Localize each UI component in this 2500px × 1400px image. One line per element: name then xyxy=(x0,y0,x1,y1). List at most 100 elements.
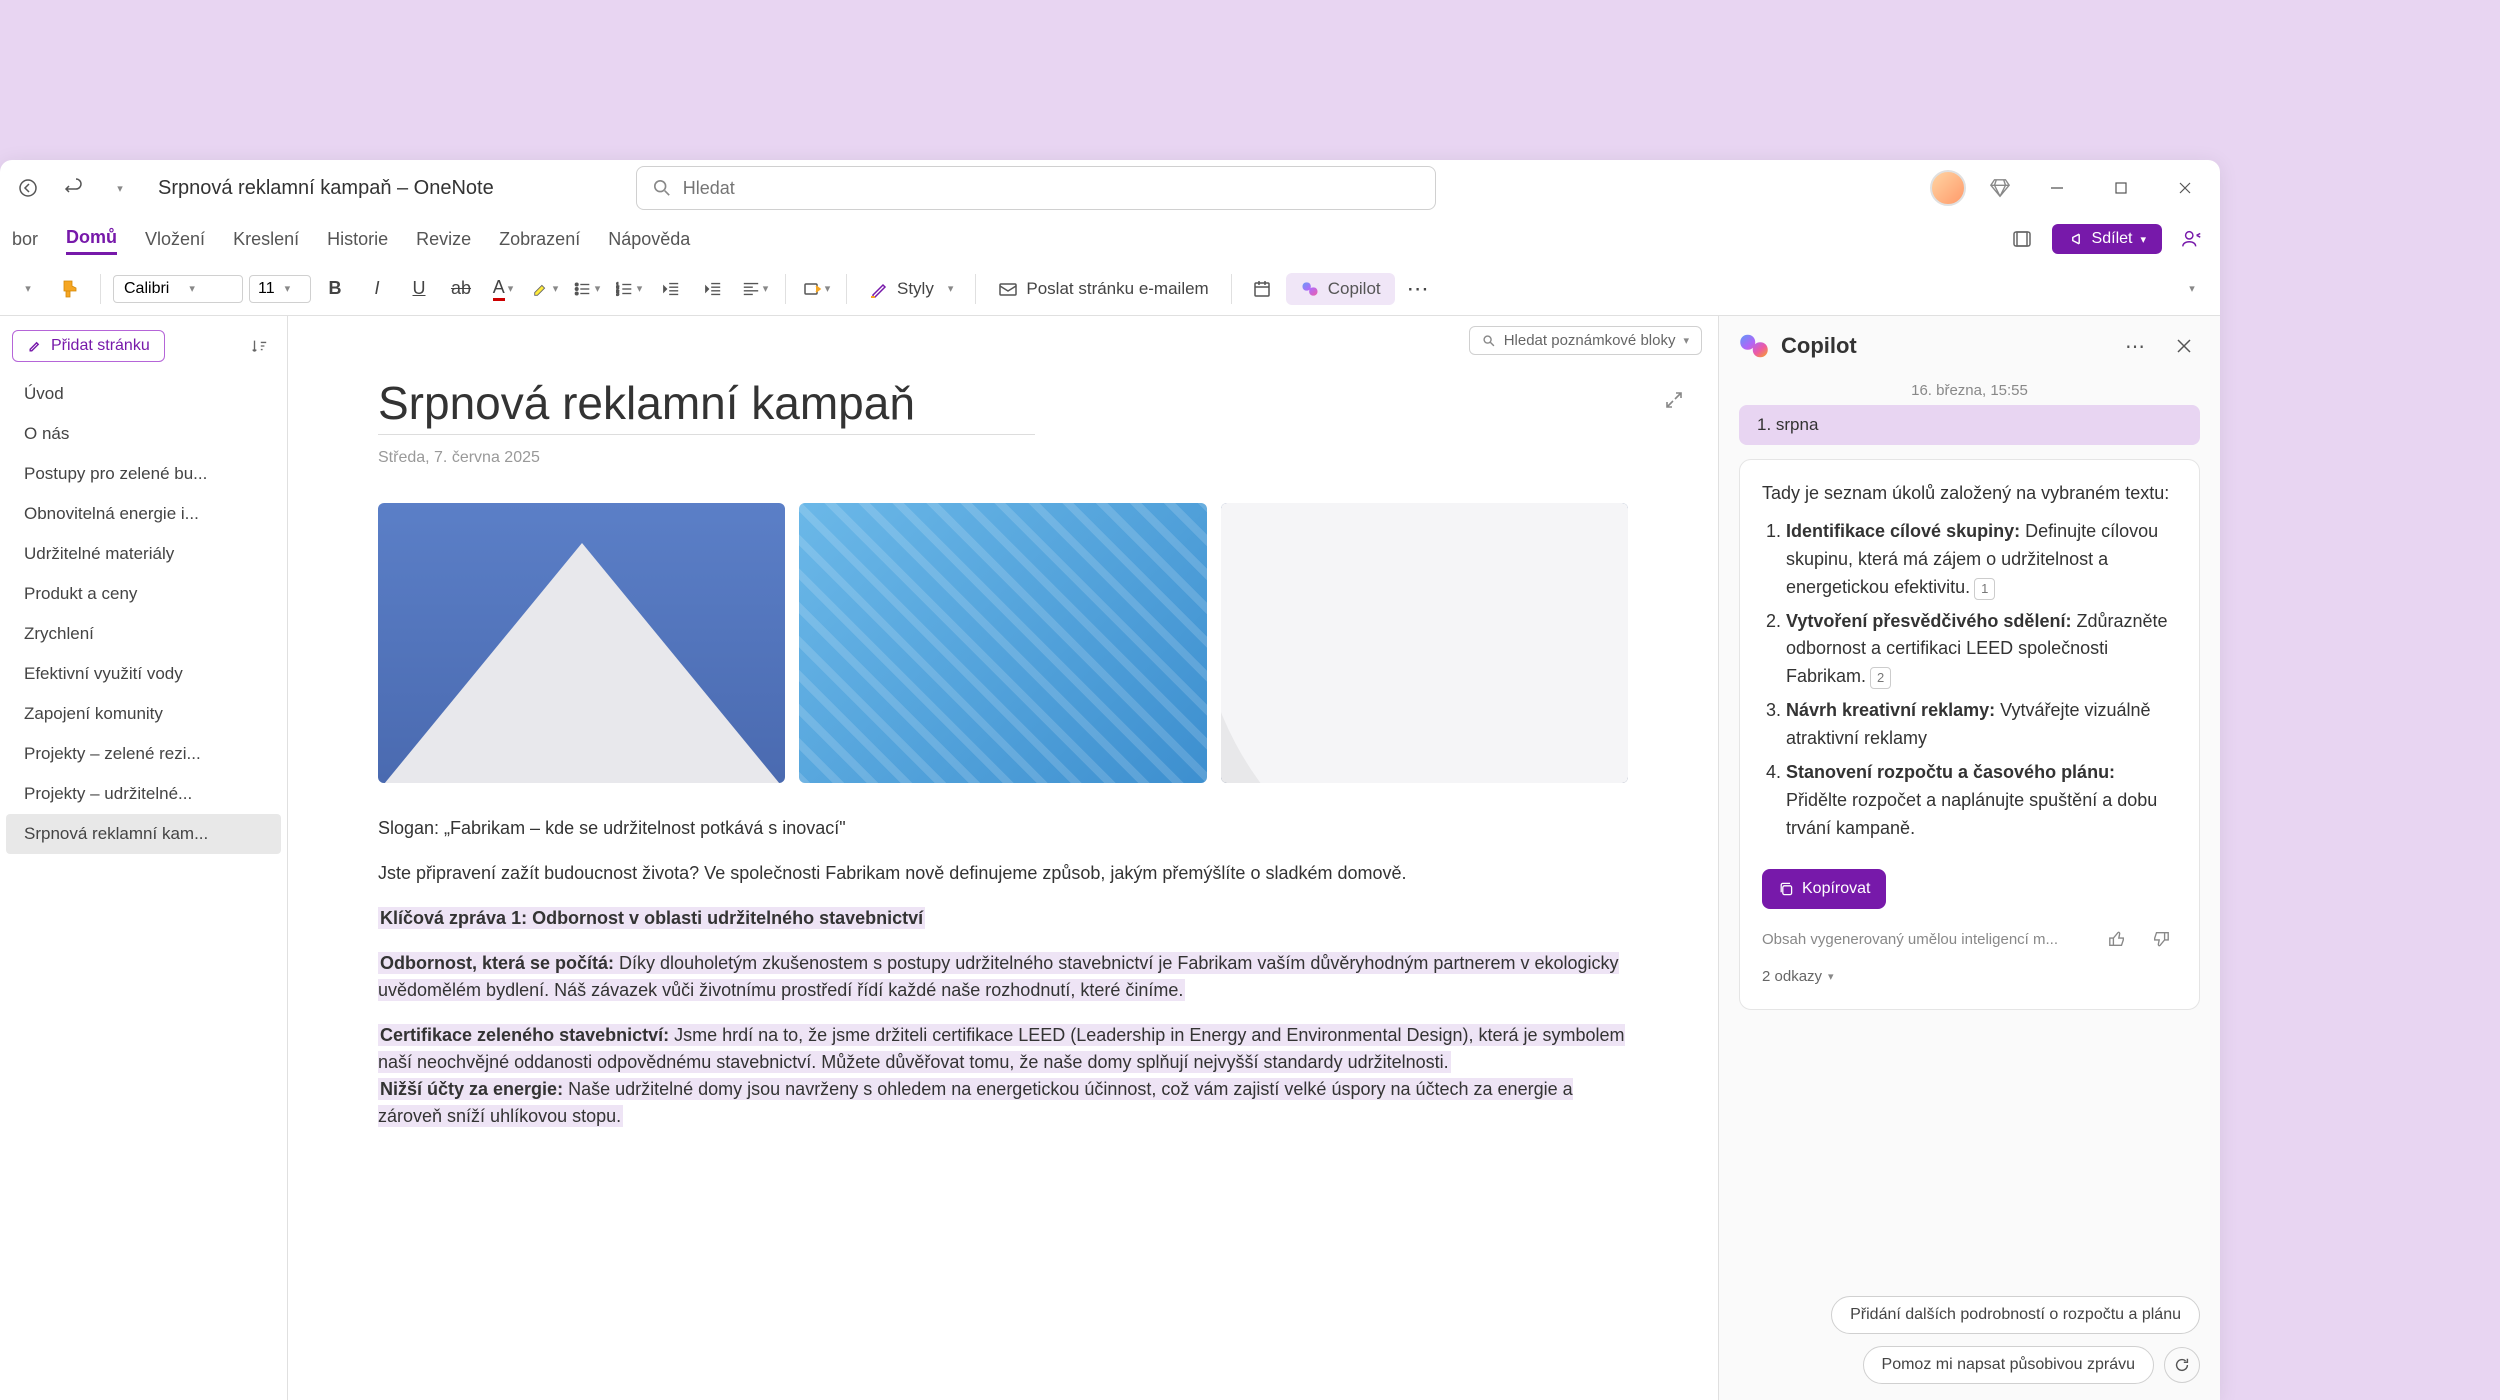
page-item[interactable]: Postupy pro zelené bu... xyxy=(6,454,281,494)
undo-button[interactable] xyxy=(58,172,90,204)
suggestion-chip[interactable]: Přidání dalších podrobností o rozpočtu a… xyxy=(1831,1296,2200,1334)
menu-item-vložení[interactable]: Vložení xyxy=(145,225,205,254)
copy-icon xyxy=(1778,881,1794,897)
reference-badge[interactable]: 2 xyxy=(1870,667,1891,689)
copilot-more-button[interactable]: ⋯ xyxy=(2120,330,2152,362)
paragraph[interactable]: Nižší účty za energie: Naše udržitelné d… xyxy=(378,1076,1628,1130)
menu-item-revize[interactable]: Revize xyxy=(416,225,471,254)
svg-text:3: 3 xyxy=(616,291,619,297)
page-item[interactable]: O nás xyxy=(6,414,281,454)
customize-dropdown[interactable]: ▾ xyxy=(104,172,136,204)
share-icon xyxy=(2068,231,2084,247)
bullets-button[interactable]: ▾ xyxy=(569,271,605,307)
format-painter[interactable] xyxy=(52,271,88,307)
page-item[interactable]: Udržitelné materiály xyxy=(6,534,281,574)
menu-item-nápověda[interactable]: Nápověda xyxy=(608,225,690,254)
menubar: bor Domů Vložení Kreslení Historie Revize Zobr… xyxy=(0,216,2220,262)
underline-button[interactable]: U xyxy=(401,271,437,307)
copilot-response: Tady je seznam úkolů založený na vybrané… xyxy=(1739,459,2200,1010)
menu-item-bor[interactable]: bor xyxy=(12,225,38,254)
increase-indent[interactable] xyxy=(695,271,731,307)
task-item: Návrh kreativní reklamy: Vytvářejte vizu… xyxy=(1786,697,2177,753)
paragraph[interactable]: Slogan: „Fabrikam – kde se udržitelnost … xyxy=(378,815,1628,842)
editor-canvas[interactable]: Srpnová reklamní kampaň Středa, 7. červn… xyxy=(288,316,1718,1400)
bold-button[interactable]: B xyxy=(317,271,353,307)
decrease-indent[interactable] xyxy=(653,271,689,307)
page-item[interactable]: Efektivní využití vody xyxy=(6,654,281,694)
more-commands[interactable]: ⋯ xyxy=(1401,271,1437,307)
edit-icon xyxy=(27,338,43,354)
task-item: Stanovení rozpočtu a časového plánu: Při… xyxy=(1786,759,2177,843)
copilot-panel: Copilot ⋯ 16. března, 15:55 1. srpna Tad… xyxy=(1718,316,2220,1400)
close-button[interactable] xyxy=(2162,170,2208,206)
thumbs-down-button[interactable] xyxy=(2145,923,2177,955)
paragraph[interactable]: Klíčová zpráva 1: Odbornost v oblasti ud… xyxy=(378,905,1628,932)
content-image[interactable] xyxy=(378,503,785,783)
expand-button[interactable] xyxy=(1658,384,1690,416)
font-color-button[interactable]: A▾ xyxy=(485,271,521,307)
menu-item-historie[interactable]: Historie xyxy=(327,225,388,254)
refresh-suggestions-button[interactable] xyxy=(2164,1347,2200,1383)
user-avatar[interactable] xyxy=(1930,170,1966,206)
highlight-button[interactable]: ▾ xyxy=(527,271,563,307)
copilot-close-button[interactable] xyxy=(2168,330,2200,362)
copilot-icon xyxy=(1300,279,1320,299)
panel-icon[interactable] xyxy=(2006,223,2038,255)
page-item[interactable]: Úvod xyxy=(6,374,281,414)
references-toggle[interactable]: 2 odkazy▾ xyxy=(1762,965,2177,988)
thumbs-up-button[interactable] xyxy=(2101,923,2133,955)
reference-badge[interactable]: 1 xyxy=(1974,578,1995,600)
maximize-button[interactable] xyxy=(2098,170,2144,206)
share-button[interactable]: Sdílet ▾ xyxy=(2052,224,2162,254)
page-title[interactable]: Srpnová reklamní kampaň xyxy=(378,376,1035,435)
titlebar: ▾ Srpnová reklamní kampaň – OneNote xyxy=(0,160,2220,216)
diamond-icon[interactable] xyxy=(1984,172,2016,204)
suggestion-chip[interactable]: Pomoz mi napsat působivou zprávu xyxy=(1863,1346,2154,1384)
numbering-button[interactable]: 123▾ xyxy=(611,271,647,307)
italic-button[interactable]: I xyxy=(359,271,395,307)
page-date: Středa, 7. června 2025 xyxy=(378,449,1628,467)
page-item[interactable]: Zapojení komunity xyxy=(6,694,281,734)
font-family-select[interactable]: Calibri▾ xyxy=(113,275,243,303)
content-image[interactable] xyxy=(799,503,1206,783)
menu-item-zobrazení[interactable]: Zobrazení xyxy=(499,225,580,254)
ribbon: ▾ Calibri▾ 11▾ B I U ab A▾ ▾ ▾ 123▾ ▾ ▾ … xyxy=(0,262,2220,316)
ribbon-dropdown[interactable]: ▾ xyxy=(2174,271,2210,307)
add-page-button[interactable]: Přidat stránku xyxy=(12,330,165,362)
content-image[interactable] xyxy=(1221,503,1628,783)
notebook-search[interactable]: Hledat poznámkové bloky ▾ xyxy=(1469,326,1702,355)
menu-item-kreslení[interactable]: Kreslení xyxy=(233,225,299,254)
paragraph[interactable]: Certifikace zeleného stavebnictví: Jsme … xyxy=(378,1022,1628,1076)
minimize-button[interactable] xyxy=(2034,170,2080,206)
image-row xyxy=(378,503,1628,783)
align-button[interactable]: ▾ xyxy=(737,271,773,307)
document-title: Srpnová reklamní kampaň – OneNote xyxy=(158,177,494,200)
page-item[interactable]: Projekty – zelené rezi... xyxy=(6,734,281,774)
page-item[interactable]: Zrychlení xyxy=(6,614,281,654)
ai-disclaimer: Obsah vygenerovaný umělou inteligencí m.… xyxy=(1762,928,2089,951)
email-page-button[interactable]: Poslat stránku e-mailem xyxy=(988,275,1218,303)
tags-button[interactable]: ▾ xyxy=(798,271,834,307)
copilot-logo-icon xyxy=(1739,331,1769,361)
copy-button[interactable]: Kopírovat xyxy=(1762,869,1886,910)
copilot-ribbon-button[interactable]: Copilot xyxy=(1286,273,1395,305)
search-box[interactable] xyxy=(636,166,1436,210)
copilot-toggle-icon[interactable] xyxy=(2176,223,2208,255)
page-item[interactable]: Produkt a ceny xyxy=(6,574,281,614)
page-item[interactable]: Srpnová reklamní kam... xyxy=(6,814,281,854)
menu-item-domů[interactable]: Domů xyxy=(66,223,117,255)
paragraph[interactable]: Odbornost, která se počítá: Díky dlouhol… xyxy=(378,950,1628,1004)
strikethrough-button[interactable]: ab xyxy=(443,271,479,307)
paste-dropdown[interactable]: ▾ xyxy=(10,271,46,307)
search-input[interactable] xyxy=(683,178,1419,199)
sort-button[interactable] xyxy=(243,330,275,362)
font-size-select[interactable]: 11▾ xyxy=(249,275,311,303)
page-item[interactable]: Projekty – udržitelné... xyxy=(6,774,281,814)
page-item[interactable]: Obnovitelná energie i... xyxy=(6,494,281,534)
back-button[interactable] xyxy=(12,172,44,204)
paragraph[interactable]: Jste připravení zažít budoucnost života?… xyxy=(378,860,1628,887)
styles-button[interactable]: Styly▾ xyxy=(859,275,963,303)
pages-sidebar: Přidat stránku ÚvodO násPostupy pro zele… xyxy=(0,316,288,1400)
search-icon xyxy=(1482,334,1496,348)
meeting-details-button[interactable] xyxy=(1244,271,1280,307)
